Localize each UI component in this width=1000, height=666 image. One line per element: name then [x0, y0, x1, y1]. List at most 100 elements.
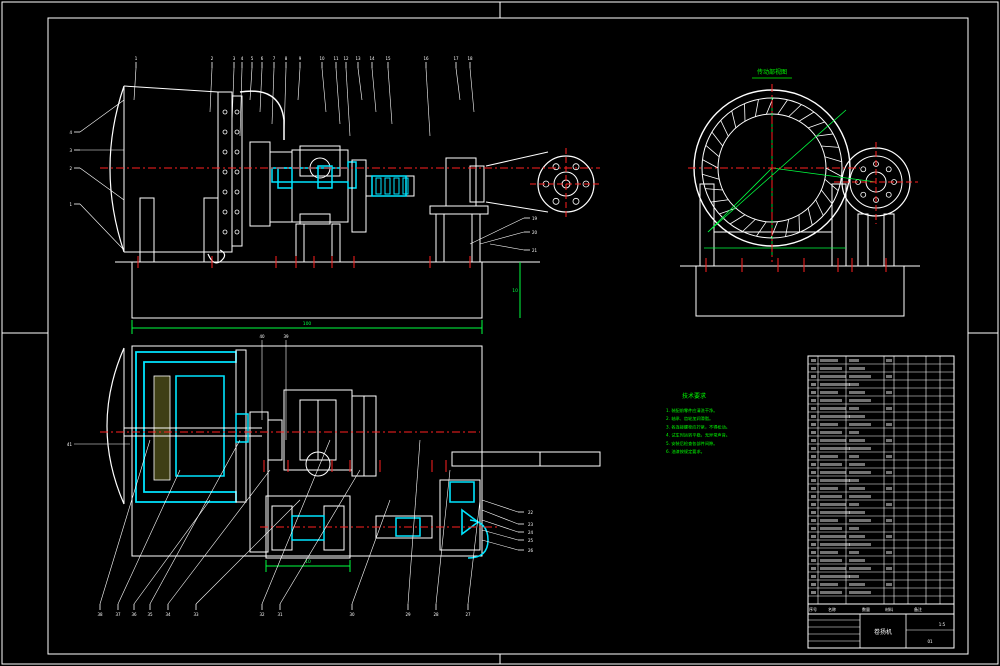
row-number-mark: [811, 463, 816, 466]
drum-inner-section: [175, 375, 225, 477]
side-support-left: [699, 183, 715, 267]
side-support-right: [831, 183, 847, 267]
leader-label-top: 5: [251, 56, 254, 61]
row-name-mark: [820, 527, 842, 530]
leader-line: [209, 67, 213, 113]
drum-rib: [825, 167, 842, 177]
row-name-mark: [820, 495, 842, 498]
front-elevation-view: 100101 2 3 4 5 6 7 8 9 10 11 12 13 14 15 16 17 1843211920…: [69, 56, 602, 334]
flange-bolt: [234, 169, 240, 175]
drum-rib: [807, 121, 825, 129]
bearing-housing: [445, 157, 477, 207]
leader-label-bottom: 32: [259, 612, 265, 617]
coupling-pin-hatch: [384, 177, 391, 195]
row-qty-mark: [886, 455, 892, 458]
row-number-mark: [811, 471, 816, 474]
row-number-mark: [811, 511, 816, 514]
row-number-mark: [811, 359, 816, 362]
row-code-mark: [849, 455, 859, 458]
leader-label-top: 11: [333, 56, 339, 61]
leader-label-top: 18: [467, 56, 473, 61]
green-construction-radius: [707, 167, 773, 233]
row-code-mark: [849, 511, 865, 514]
leader-line: [435, 469, 451, 605]
parts-header-label: 备注: [914, 606, 922, 612]
belt-lower: [485, 201, 549, 213]
note-item: 5. 安装后检查各部件间隙。: [666, 440, 717, 447]
row-code-mark: [849, 559, 865, 562]
leader-label-top: 10: [319, 56, 325, 61]
row-code-mark: [849, 463, 865, 466]
leader-label-top: 1: [135, 56, 138, 61]
note-item: 2. 轴承、齿轮加润滑脂。: [666, 415, 713, 422]
row-code-mark: [849, 407, 859, 410]
row-number-mark: [811, 399, 816, 402]
leader-line: [387, 67, 393, 125]
cad-drawing-canvas: 100101 2 3 4 5 6 7 8 9 10 11 12 13 14 15 16 17 1843211920…: [1, 1, 999, 665]
brake-disc: [249, 141, 271, 227]
leader-label-top: 12: [343, 56, 349, 61]
drawing-name: 卷扬机: [874, 628, 892, 636]
title-block: 序号 名称 数量 材料 备注卷扬机 1:5 01: [807, 355, 955, 649]
flange-bolt: [222, 209, 228, 215]
green-construction-center-link: [771, 167, 877, 183]
row-code-mark: [849, 583, 865, 586]
row-number-mark: [811, 423, 816, 426]
handle-lever: [451, 451, 601, 467]
leader-line: [195, 499, 301, 605]
plan-brake-hub: [267, 419, 283, 461]
pulley-bolt: [572, 163, 580, 171]
drum-rib: [807, 208, 813, 226]
drum-rib: [754, 99, 759, 117]
row-qty-mark: [886, 503, 892, 506]
drum-flange: [217, 91, 233, 253]
drum-shell-section: [135, 351, 237, 503]
row-name-mark: [820, 559, 842, 562]
row-number-mark: [811, 407, 816, 410]
row-number-mark: [811, 375, 816, 378]
flange-bolt: [234, 229, 240, 235]
row-name-mark: [820, 551, 838, 554]
leader-label-top: 16: [423, 56, 429, 61]
leader-label-top: 2: [211, 56, 214, 61]
leader-line: [357, 67, 363, 101]
flange-bolt: [222, 169, 228, 175]
bearing-cap: [469, 165, 485, 203]
coupling-hatch-left: [277, 167, 293, 189]
gearbox-leg-left: [295, 223, 305, 263]
row-code-mark: [849, 399, 871, 402]
motor-bed-leg-left: [435, 213, 445, 263]
leader-label-top: 13: [355, 56, 361, 61]
leader-line: [481, 499, 519, 513]
leader-label-top: 39: [283, 334, 289, 339]
row-code-mark: [849, 503, 859, 506]
parts-header-label: 材料: [885, 606, 893, 612]
worm-wheel-hatch: [467, 519, 489, 559]
drum-rib: [815, 199, 824, 216]
leader-label-bottom: 37: [115, 612, 121, 617]
leader-label-bottom: 35: [147, 612, 153, 617]
row-qty-mark: [886, 567, 892, 570]
leader-label-top: 9: [299, 56, 302, 61]
plan-brake-disc: [249, 411, 269, 553]
row-code-mark: [849, 359, 859, 362]
leader-line: [425, 67, 431, 137]
side-elevation-view: 传动部视图: [680, 68, 920, 317]
side-view-title: 传动部视图: [757, 68, 787, 76]
plan-section-view: 1038 37 36 35 34 33 32 31 30 29 28 27222324252640 39…: [67, 334, 601, 617]
motor-bed-leg-right: [471, 213, 481, 263]
leader-line: [133, 67, 137, 101]
leader-line: [407, 439, 421, 605]
leader-line: [351, 499, 391, 605]
parts-header-label: 序号: [809, 606, 817, 612]
row-name-mark: [820, 375, 846, 378]
row-code-mark: [849, 423, 871, 426]
drum-rib: [720, 120, 729, 137]
row-code-mark: [849, 567, 871, 570]
flange-bolt: [234, 149, 240, 155]
row-qty-mark: [886, 423, 892, 426]
row-number-mark: [811, 447, 816, 450]
row-name-mark: [820, 415, 850, 418]
row-number-mark: [811, 383, 816, 386]
worm-gear-hatch: [449, 481, 480, 536]
